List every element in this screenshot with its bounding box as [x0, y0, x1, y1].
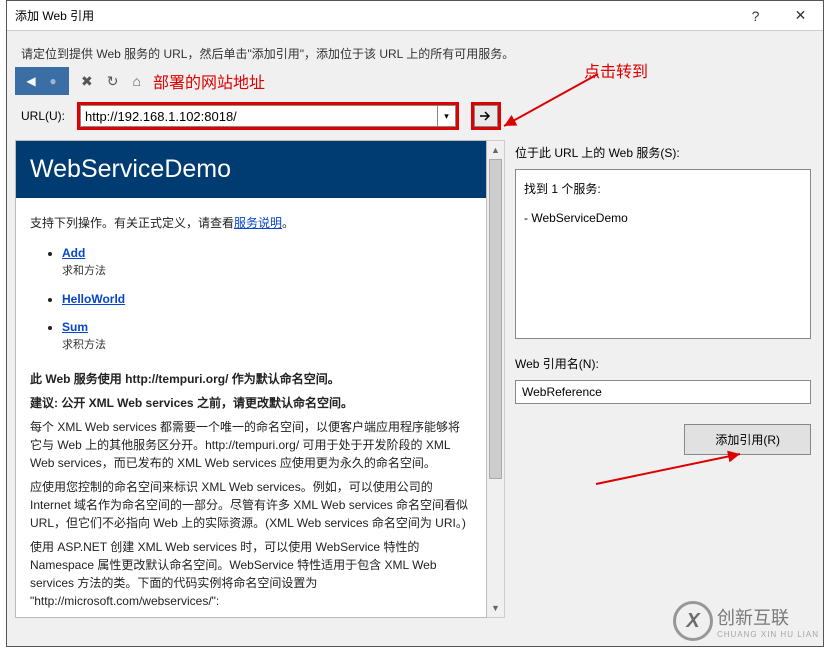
annotation-click-go: 点击转到	[584, 58, 648, 82]
forward-button: ●	[45, 73, 61, 89]
tool-icons: ✖ ↻ ⌂	[81, 73, 141, 90]
help-button[interactable]: ?	[733, 1, 778, 31]
service-preview-pane: WebServiceDemo 支持下列操作。有关正式定义，请查看服务说明。 Ad…	[15, 140, 487, 618]
left-column: WebServiceDemo 支持下列操作。有关正式定义，请查看服务说明。 Ad…	[15, 140, 505, 618]
op-link-sum[interactable]: Sum	[62, 320, 88, 334]
intro-text: 支持下列操作。有关正式定义，请查看服务说明。	[30, 214, 472, 232]
refname-label: Web 引用名(N):	[515, 355, 811, 372]
add-reference-button[interactable]: 添加引用(R)	[684, 424, 811, 455]
url-label: URL(U):	[21, 109, 71, 123]
service-item[interactable]: - WebServiceDemo	[524, 209, 802, 227]
paragraph-3: 使用 ASP.NET 创建 XML Web services 时，可以使用 We…	[30, 538, 472, 610]
operation-list: Add 求和方法 HelloWorld Sum 求积方法	[62, 246, 472, 352]
services-listbox[interactable]: 找到 1 个服务: - WebServiceDemo	[515, 169, 811, 339]
watermark: X 创新互联 CHUANG XIN HU LIAN	[673, 601, 819, 641]
url-dropdown[interactable]: ▾	[438, 105, 456, 127]
scroll-thumb[interactable]	[489, 159, 502, 479]
paragraph-2: 应使用您控制的命名空间来标识 XML Web services。例如，可以使用公…	[30, 478, 472, 532]
go-button[interactable]	[474, 105, 498, 127]
scroll-down-icon[interactable]: ▼	[487, 599, 504, 617]
found-count: 找到 1 个服务:	[524, 178, 802, 199]
watermark-logo-icon: X	[673, 601, 713, 641]
dialog-window: 添加 Web 引用 ? ✕ 请定位到提供 Web 服务的 URL，然后单击"添加…	[6, 0, 824, 647]
add-ref-row: 添加引用(R)	[515, 424, 811, 455]
op-desc: 求和方法	[62, 262, 472, 278]
back-button[interactable]: ◀	[23, 73, 39, 89]
op-link-add[interactable]: Add	[62, 246, 85, 260]
paragraph-1: 每个 XML Web services 都需要一个唯一的命名空间，以便客户端应用…	[30, 418, 472, 472]
url-input[interactable]	[80, 105, 438, 127]
service-description-link[interactable]: 服务说明	[234, 216, 282, 230]
titlebar: 添加 Web 引用 ? ✕	[7, 1, 823, 31]
stop-icon[interactable]: ✖	[81, 73, 93, 90]
namespace-line: 此 Web 服务使用 http://tempuri.org/ 作为默认命名空间。	[30, 370, 472, 388]
url-input-highlight: ▾	[77, 102, 459, 130]
scrollbar[interactable]: ▲ ▼	[487, 140, 505, 618]
url-row: URL(U): ▾	[7, 96, 823, 140]
service-heading: WebServiceDemo	[16, 141, 486, 198]
watermark-text: 创新互联	[717, 604, 819, 630]
right-column: 位于此 URL 上的 Web 服务(S): 找到 1 个服务: - WebSer…	[515, 140, 811, 618]
toolbar: ◀ ● ✖ ↻ ⌂ 部署的网站地址	[7, 66, 823, 96]
annotation-deploy-url: 部署的网站地址	[153, 69, 265, 93]
list-item: Sum 求积方法	[62, 320, 472, 352]
watermark-subtext: CHUANG XIN HU LIAN	[717, 630, 819, 639]
go-arrow-icon	[479, 110, 493, 122]
refresh-icon[interactable]: ↻	[107, 73, 119, 90]
services-label: 位于此 URL 上的 Web 服务(S):	[515, 144, 811, 161]
nav-cluster: ◀ ●	[15, 67, 69, 95]
list-item: Add 求和方法	[62, 246, 472, 278]
home-icon[interactable]: ⌂	[132, 73, 140, 89]
scroll-track[interactable]	[487, 159, 504, 599]
scroll-up-icon[interactable]: ▲	[487, 141, 504, 159]
go-button-highlight	[471, 102, 501, 130]
op-link-helloworld[interactable]: HelloWorld	[62, 292, 125, 306]
main-columns: WebServiceDemo 支持下列操作。有关正式定义，请查看服务说明。 Ad…	[7, 140, 823, 630]
window-title: 添加 Web 引用	[15, 7, 733, 24]
close-button[interactable]: ✕	[778, 1, 823, 31]
list-item: HelloWorld	[62, 292, 472, 306]
op-desc: 求积方法	[62, 336, 472, 352]
refname-input[interactable]	[515, 380, 811, 404]
advice-line: 建议: 公开 XML Web services 之前，请更改默认命名空间。	[30, 394, 472, 412]
instruction-text: 请定位到提供 Web 服务的 URL，然后单击"添加引用"，添加位于该 URL …	[7, 31, 823, 66]
service-body: 支持下列操作。有关正式定义，请查看服务说明。 Add 求和方法 HelloWorl…	[16, 198, 486, 617]
